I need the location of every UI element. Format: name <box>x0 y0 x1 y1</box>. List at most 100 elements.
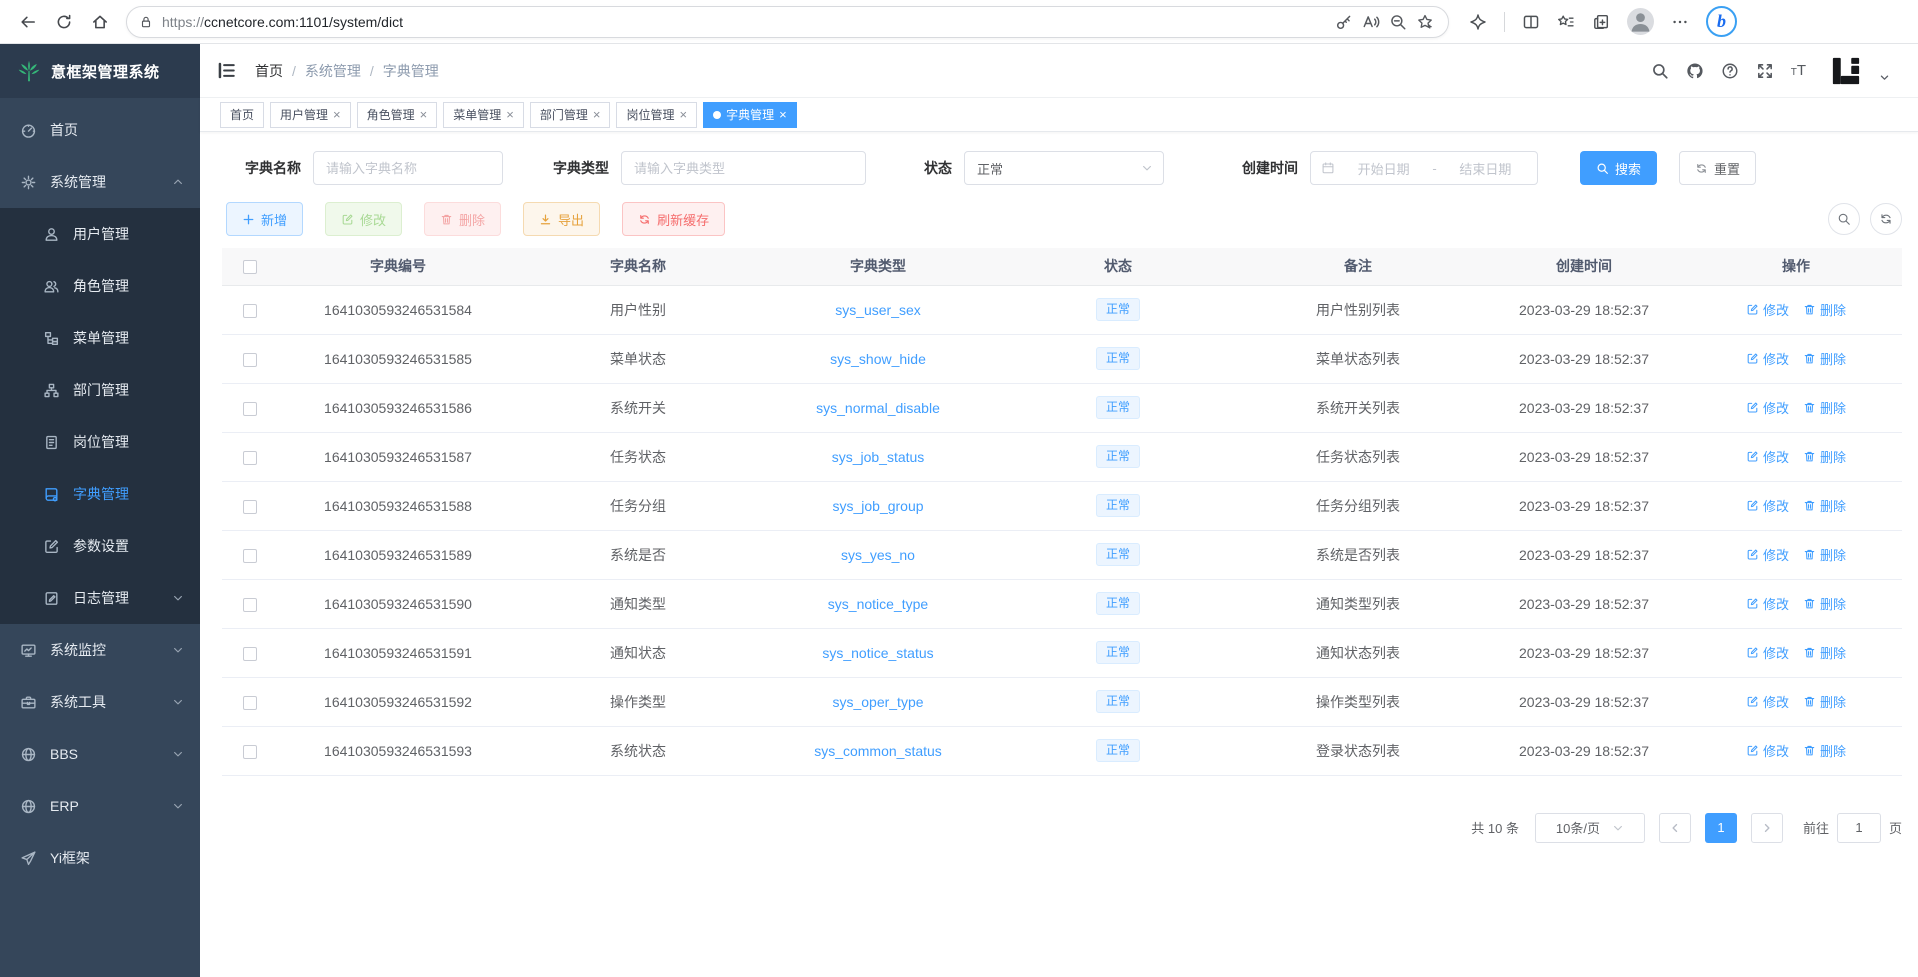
tab-dict-mgmt[interactable]: 字典管理× <box>703 102 797 128</box>
show-search-toggle-button[interactable] <box>1828 203 1860 235</box>
collections-icon[interactable] <box>1592 13 1610 31</box>
cell-dict-type-link[interactable]: sys_user_sex <box>835 302 921 318</box>
select-all-checkbox[interactable] <box>243 260 257 274</box>
sidebar-item-yi-framework[interactable]: Yi框架 <box>0 832 200 884</box>
sidebar-item-dept-mgmt[interactable]: 部门管理 <box>0 364 200 416</box>
row-checkbox[interactable] <box>243 353 257 367</box>
dict-name-input[interactable] <box>313 151 503 185</box>
row-edit-button[interactable]: 修改 <box>1746 300 1789 319</box>
github-icon[interactable] <box>1686 62 1704 80</box>
cell-dict-type-link[interactable]: sys_notice_type <box>828 596 928 612</box>
sidebar-item-menu-mgmt[interactable]: 菜单管理 <box>0 312 200 364</box>
breadcrumb-item[interactable]: 首页 <box>255 61 283 81</box>
row-edit-button[interactable]: 修改 <box>1746 594 1789 613</box>
row-delete-button[interactable]: 删除 <box>1803 349 1846 368</box>
row-delete-button[interactable]: 删除 <box>1803 643 1846 662</box>
row-delete-button[interactable]: 删除 <box>1803 545 1846 564</box>
row-edit-button[interactable]: 修改 <box>1746 496 1789 515</box>
row-checkbox[interactable] <box>243 745 257 759</box>
sidebar-item-role-mgmt[interactable]: 角色管理 <box>0 260 200 312</box>
add-favorite-star-icon[interactable] <box>1416 13 1434 31</box>
zoom-out-icon[interactable] <box>1389 13 1407 31</box>
fontsize-icon[interactable]: TT <box>1791 63 1806 78</box>
breadcrumb-item[interactable]: 系统管理 <box>305 61 361 81</box>
help-icon[interactable] <box>1721 62 1739 80</box>
row-edit-button[interactable]: 修改 <box>1746 349 1789 368</box>
dict-type-input[interactable] <box>621 151 866 185</box>
browser-home-button[interactable] <box>82 5 118 39</box>
cell-dict-type-link[interactable]: sys_job_status <box>832 449 925 465</box>
row-checkbox[interactable] <box>243 598 257 612</box>
row-checkbox[interactable] <box>243 500 257 514</box>
row-edit-button[interactable]: 修改 <box>1746 447 1789 466</box>
hamburger-icon[interactable] <box>216 60 237 81</box>
row-checkbox[interactable] <box>243 304 257 318</box>
tab-menu-mgmt[interactable]: 菜单管理× <box>443 102 524 128</box>
saved-password-key-icon[interactable] <box>1335 13 1353 31</box>
tab-role-mgmt[interactable]: 角色管理× <box>357 102 438 128</box>
sparkle-icon[interactable] <box>1469 13 1487 31</box>
search-icon[interactable] <box>1651 62 1669 80</box>
close-icon[interactable]: × <box>779 108 787 121</box>
modify-button[interactable]: 修改 <box>325 202 402 236</box>
cell-dict-type-link[interactable]: sys_notice_status <box>822 645 933 661</box>
sidebar-item-bbs[interactable]: BBS <box>0 728 200 780</box>
sidebar-item-dict-mgmt[interactable]: 字典管理 <box>0 468 200 520</box>
row-checkbox[interactable] <box>243 696 257 710</box>
row-checkbox[interactable] <box>243 549 257 563</box>
row-checkbox[interactable] <box>243 647 257 661</box>
next-page-button[interactable] <box>1751 813 1783 843</box>
sidebar-item-log-mgmt[interactable]: 日志管理 <box>0 572 200 624</box>
refresh-cache-button[interactable]: 刷新缓存 <box>622 202 725 236</box>
row-edit-button[interactable]: 修改 <box>1746 545 1789 564</box>
tab-user-mgmt[interactable]: 用户管理× <box>270 102 351 128</box>
sidebar-item-system-mgmt[interactable]: 系统管理 <box>0 156 200 208</box>
read-aloud-icon[interactable] <box>1362 13 1380 31</box>
tab-home[interactable]: 首页 <box>220 102 264 128</box>
split-screen-icon[interactable] <box>1522 13 1540 31</box>
sidebar-item-param-settings[interactable]: 参数设置 <box>0 520 200 572</box>
sidebar-item-system-monitor[interactable]: 系统监控 <box>0 624 200 676</box>
page-size-select[interactable]: 10条/页 <box>1535 813 1645 843</box>
row-delete-button[interactable]: 删除 <box>1803 594 1846 613</box>
close-icon[interactable]: × <box>420 108 428 121</box>
row-delete-button[interactable]: 删除 <box>1803 692 1846 711</box>
row-checkbox[interactable] <box>243 451 257 465</box>
row-checkbox[interactable] <box>243 402 257 416</box>
row-delete-button[interactable]: 删除 <box>1803 496 1846 515</box>
browser-back-button[interactable] <box>10 5 46 39</box>
sidebar-item-post-mgmt[interactable]: 岗位管理 <box>0 416 200 468</box>
fullscreen-icon[interactable] <box>1756 62 1774 80</box>
row-edit-button[interactable]: 修改 <box>1746 741 1789 760</box>
cell-dict-type-link[interactable]: sys_oper_type <box>832 694 923 710</box>
refresh-table-button[interactable] <box>1870 203 1902 235</box>
row-delete-button[interactable]: 删除 <box>1803 300 1846 319</box>
more-menu-icon[interactable] <box>1671 13 1689 31</box>
sidebar-item-erp[interactable]: ERP <box>0 780 200 832</box>
yi-framework-logo[interactable] <box>1831 56 1861 86</box>
export-button[interactable]: 导出 <box>523 202 600 236</box>
close-icon[interactable]: × <box>506 108 514 121</box>
tab-dept-mgmt[interactable]: 部门管理× <box>530 102 611 128</box>
browser-refresh-button[interactable] <box>46 5 82 39</box>
row-edit-button[interactable]: 修改 <box>1746 692 1789 711</box>
cell-dict-type-link[interactable]: sys_show_hide <box>830 351 926 367</box>
bing-chat-icon[interactable]: b <box>1706 6 1737 37</box>
prev-page-button[interactable] <box>1659 813 1691 843</box>
search-button[interactable]: 搜索 <box>1580 151 1657 185</box>
sidebar-item-system-tools[interactable]: 系统工具 <box>0 676 200 728</box>
row-delete-button[interactable]: 删除 <box>1803 741 1846 760</box>
close-icon[interactable]: × <box>593 108 601 121</box>
cell-dict-type-link[interactable]: sys_common_status <box>814 743 942 759</box>
cell-dict-type-link[interactable]: sys_yes_no <box>841 547 915 563</box>
cell-dict-type-link[interactable]: sys_normal_disable <box>816 400 940 416</box>
status-select[interactable]: 正常 <box>964 151 1164 185</box>
row-delete-button[interactable]: 删除 <box>1803 398 1846 417</box>
sidebar-item-home[interactable]: 首页 <box>0 104 200 156</box>
cell-dict-type-link[interactable]: sys_job_group <box>832 498 923 514</box>
date-range-picker[interactable]: 开始日期 - 结束日期 <box>1310 151 1538 185</box>
chevron-down-icon[interactable] <box>1879 72 1890 83</box>
row-edit-button[interactable]: 修改 <box>1746 643 1789 662</box>
close-icon[interactable]: × <box>679 108 687 121</box>
row-edit-button[interactable]: 修改 <box>1746 398 1789 417</box>
